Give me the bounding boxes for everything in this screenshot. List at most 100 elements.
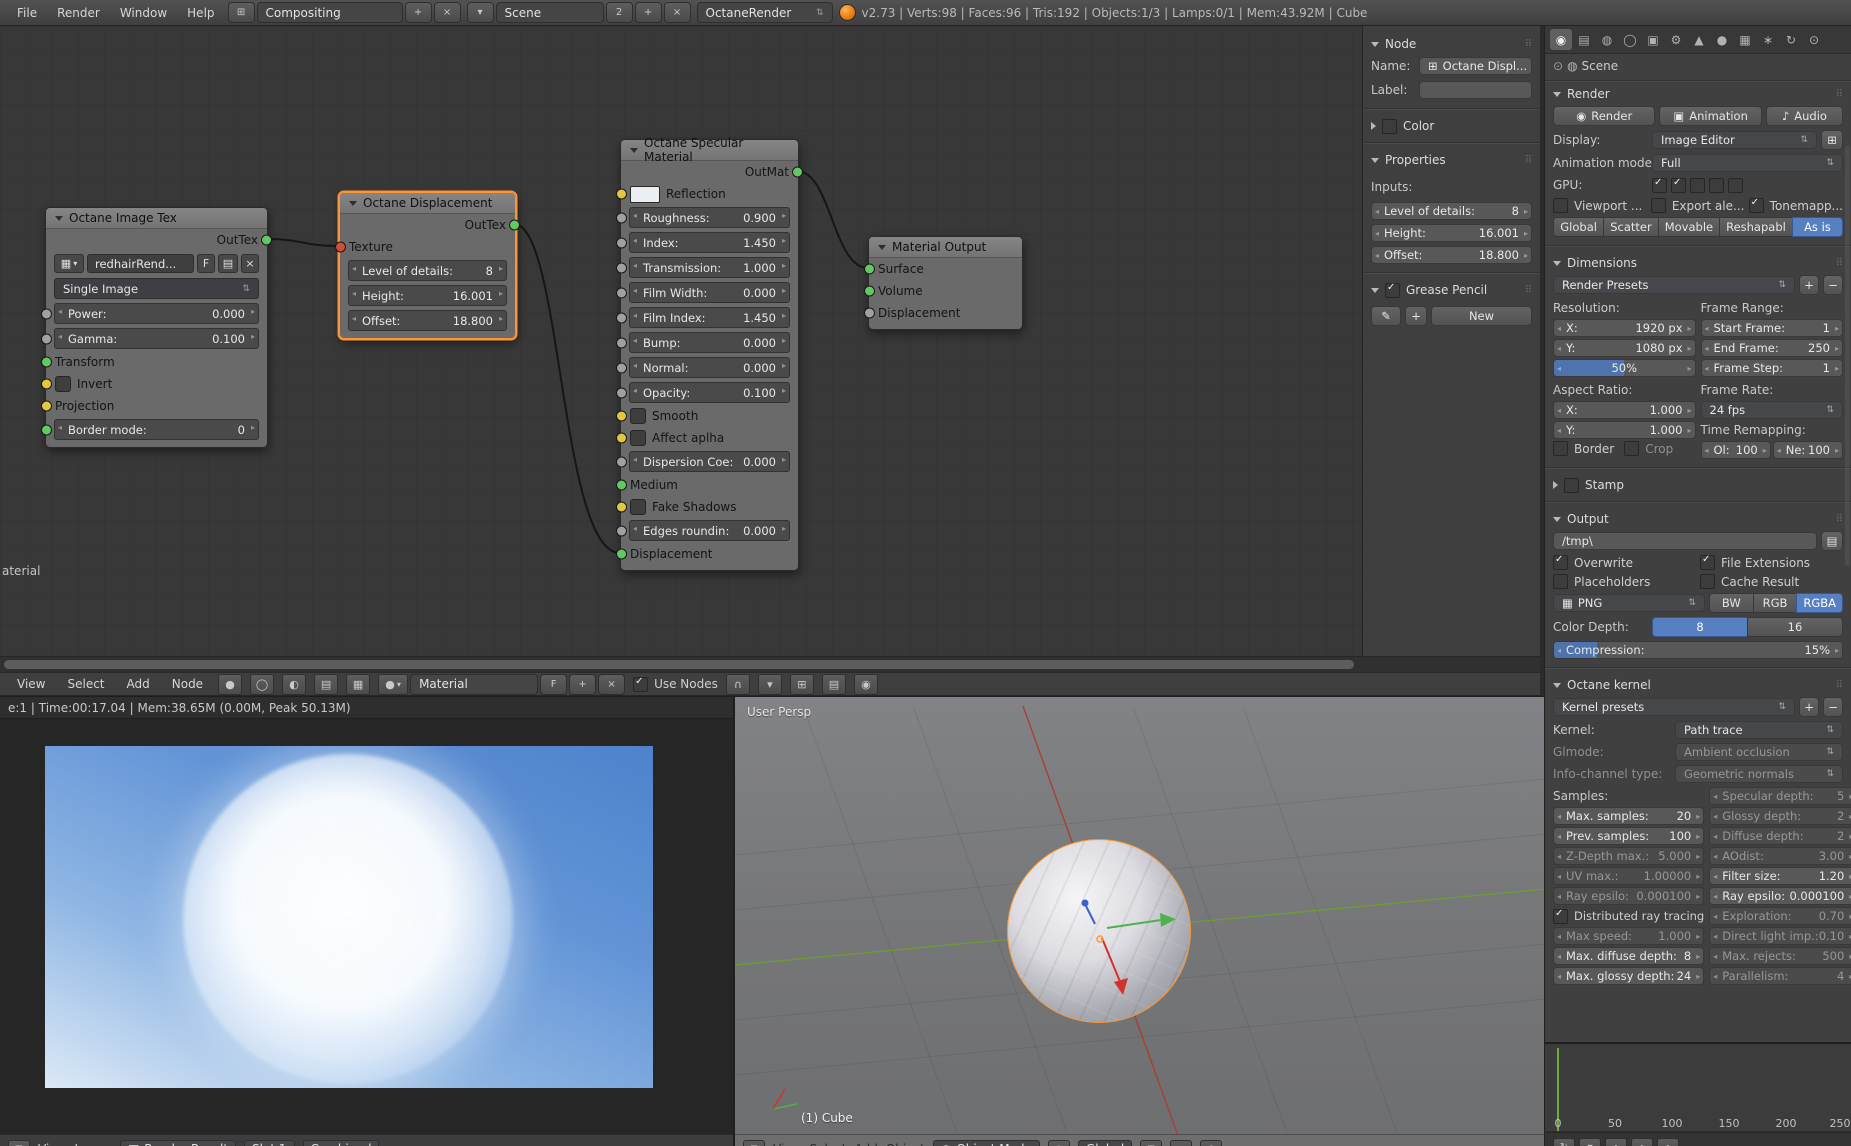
border-mode-socket[interactable] <box>41 424 52 435</box>
display-menu[interactable]: Image Editor ⇅ <box>1652 131 1817 149</box>
surface-socket[interactable] <box>864 263 875 275</box>
cube-object-sphere[interactable] <box>1007 839 1191 1023</box>
gamma-slider[interactable]: Gamma:0.100 <box>54 328 259 349</box>
smooth-socket[interactable] <box>616 410 627 422</box>
mode-scatter-button[interactable]: Scatter <box>1603 217 1659 237</box>
viewport-3d[interactable]: User Persp (1) Cube ⊞ View Select Add Ob… <box>733 696 1544 1146</box>
affect-alpha-checkbox[interactable] <box>630 430 646 446</box>
scrollbar-thumb[interactable] <box>4 660 1354 669</box>
fake-shadows-checkbox[interactable] <box>630 499 646 515</box>
material-name-field[interactable]: Material <box>410 673 539 695</box>
panel-drag-dots-icon[interactable]: ⠿ <box>1525 155 1532 166</box>
render-slot-menu[interactable]: Slot 1 <box>244 1139 295 1146</box>
offset-slider[interactable]: Offset:18.800 <box>1371 246 1532 264</box>
frame-rate-menu[interactable]: 24 fps ⇅ <box>1700 401 1843 419</box>
edges-rounding-slider[interactable]: Edges roundin:0.000 <box>629 520 790 541</box>
border-mode-slider[interactable]: Border mode:0 <box>54 419 259 440</box>
octane-kernel-panel-header[interactable]: Octane kernel ⠿ <box>1545 675 1851 695</box>
play-icon[interactable]: • <box>1631 1137 1653 1146</box>
shader-type-linestyle-icon[interactable]: ◐ <box>282 673 307 695</box>
index-socket[interactable] <box>616 237 627 248</box>
grease-pencil-checkbox[interactable] <box>1385 282 1400 298</box>
preset-remove-icon[interactable]: − <box>1823 275 1843 295</box>
render-icon[interactable]: ◉ <box>1200 1139 1223 1146</box>
depth-8-button[interactable]: 8 <box>1652 617 1748 637</box>
tab-render-icon[interactable]: ◉ <box>1550 29 1572 50</box>
height-slider[interactable]: Height:16.001 <box>1371 224 1532 242</box>
max-rejects-slider[interactable]: Max. rejects:500 <box>1709 947 1851 965</box>
filter-size-slider[interactable]: Filter size:1.20 <box>1709 867 1851 885</box>
scene-users-button[interactable]: 2 <box>605 2 633 23</box>
bump-socket[interactable] <box>616 337 627 348</box>
animation-button[interactable]: ▣ Animation <box>1659 106 1762 126</box>
animation-mode-menu[interactable]: Full ⇅ <box>1652 154 1843 172</box>
resolution-x-slider[interactable]: X:1920 px <box>1553 319 1696 337</box>
scene-name-field[interactable]: Scene <box>495 2 604 23</box>
screen-layout-add-icon[interactable]: + <box>404 2 432 23</box>
uv-max-slider[interactable]: UV max.:1.00000 <box>1553 867 1705 885</box>
material-browse-icon[interactable]: ● ▾ <box>378 673 409 695</box>
screen-layout-close-icon[interactable]: × <box>433 2 461 23</box>
file-format-menu[interactable]: ▦ PNG ⇅ <box>1553 594 1705 612</box>
power-slider[interactable]: Power:0.000 <box>54 303 259 324</box>
gpu-2-checkbox[interactable] <box>1671 177 1686 193</box>
snap-icon[interactable]: ∩ <box>1170 1139 1193 1146</box>
color-checkbox[interactable] <box>1382 118 1397 134</box>
node-header[interactable]: Material Output <box>869 237 1022 258</box>
distributed-ray-tracing-checkbox-row[interactable]: Distributed ray tracing <box>1553 907 1704 925</box>
normal-slider[interactable]: Normal:0.000 <box>629 357 790 378</box>
node-editor[interactable]: Octane Image Tex OutTex ▦ ▾ redhairRend..… <box>0 26 1540 656</box>
max-speed-slider[interactable]: Max speed:1.000 <box>1553 927 1705 945</box>
audio-button[interactable]: ♪ Audio <box>1765 106 1843 126</box>
tab-object-icon[interactable]: ▣ <box>1642 29 1664 50</box>
index-slider[interactable]: Index:1.450 <box>629 232 790 253</box>
smooth-checkbox[interactable] <box>630 408 646 424</box>
menu-select[interactable]: Select <box>809 1142 846 1146</box>
start-frame-slider[interactable]: Start Frame:1 <box>1700 319 1843 337</box>
export-checkbox-row[interactable]: Export ale... <box>1650 198 1745 213</box>
copy-node-group-icon[interactable]: ⊞ <box>789 673 814 695</box>
panel-drag-dots-icon[interactable]: ⠿ <box>1525 285 1532 296</box>
open-image-icon[interactable]: ▤ <box>218 254 238 273</box>
depth-16-button[interactable]: 16 <box>1747 617 1843 637</box>
snap-icon[interactable]: ∩ <box>725 673 750 695</box>
screen-layout-browse-icon[interactable]: ⊞ <box>227 2 255 23</box>
time-remap-old-slider[interactable]: Ol:100 <box>1700 441 1771 459</box>
menu-view[interactable]: View <box>38 1142 66 1146</box>
editor-type-icon[interactable]: ↻ <box>1553 1137 1575 1146</box>
aspect-x-slider[interactable]: X:1.000 <box>1553 401 1696 419</box>
ray-epsilon-right-slider[interactable]: Ray epsilo:0.000100 <box>1709 887 1851 905</box>
file-extensions-checkbox-row[interactable]: File Extensions <box>1700 554 1843 570</box>
menu-view[interactable]: View <box>773 1142 801 1146</box>
height-slider[interactable]: Height:16.001 <box>348 285 507 306</box>
displacement-socket[interactable] <box>616 548 627 560</box>
node-label-field[interactable] <box>1419 81 1532 99</box>
cache-result-checkbox-row[interactable]: Cache Result <box>1700 574 1843 589</box>
resolution-y-slider[interactable]: Y:1080 px <box>1553 339 1696 357</box>
panel-drag-dots-icon[interactable]: ⠿ <box>1836 680 1843 691</box>
menu-render[interactable]: Render <box>50 6 107 20</box>
image-datablock-menu[interactable]: ▦Render Result <box>120 1139 237 1146</box>
image-source-menu[interactable]: Single Image <box>54 278 259 299</box>
node-header[interactable]: Octane Displacement <box>340 193 515 214</box>
grease-pencil-panel-header[interactable]: Grease Pencil ⠿ <box>1371 280 1532 300</box>
volume-socket[interactable] <box>864 285 875 297</box>
node-header[interactable]: Octane Specular Material <box>621 136 798 164</box>
film-width-socket[interactable] <box>616 287 627 298</box>
unlink-image-icon[interactable]: × <box>241 254 259 273</box>
fake-user-button[interactable]: F <box>197 254 215 273</box>
material-unlink-icon[interactable]: × <box>598 673 626 695</box>
time-remap-new-slider[interactable]: Ne:100 <box>1772 441 1843 459</box>
tab-texture-icon[interactable]: ▦ <box>1734 29 1756 50</box>
image-browse-button[interactable]: ▦ ▾ <box>54 254 84 273</box>
menu-view[interactable]: View <box>10 677 52 691</box>
kernel-menu[interactable]: Path trace ⇅ <box>1675 721 1843 739</box>
shader-type-world-icon[interactable]: ◯ <box>250 673 275 695</box>
tab-physics-icon[interactable]: ↻ <box>1780 29 1802 50</box>
grease-pencil-add-icon[interactable]: + <box>1405 306 1427 326</box>
reflection-socket[interactable] <box>616 188 627 200</box>
menu-add[interactable]: Add <box>855 1142 878 1146</box>
menu-select[interactable]: Select <box>60 677 111 691</box>
node-editor-scrollbar[interactable] <box>0 656 1540 672</box>
material-fake-user-button[interactable]: F <box>540 673 568 695</box>
